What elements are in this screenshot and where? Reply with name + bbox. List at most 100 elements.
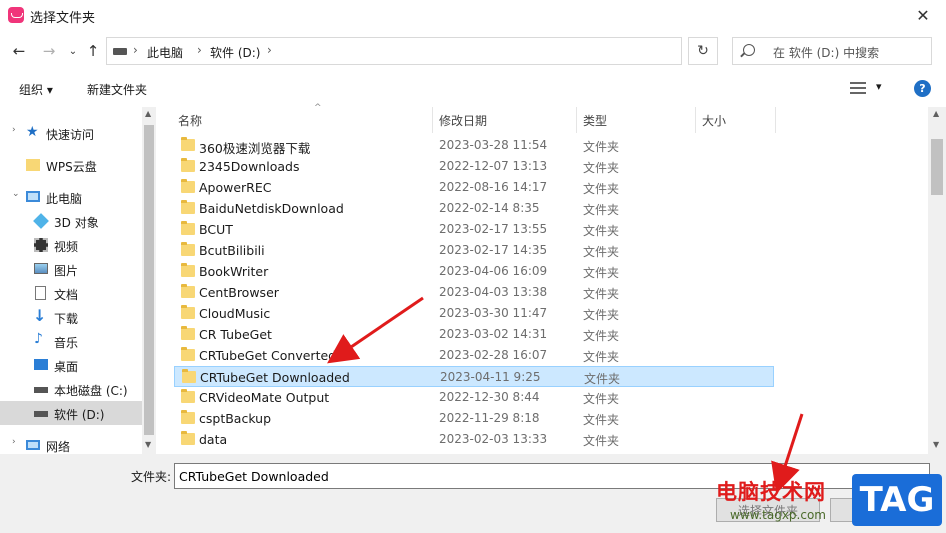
organize-menu[interactable]: 组织 ▾ [19, 81, 53, 98]
back-icon[interactable]: ← [8, 40, 30, 62]
file-name: CR TubeGet [199, 327, 272, 342]
table-row[interactable]: CentBrowser 2023-04-03 13:38 文件夹 [174, 282, 774, 303]
sidebar-scrollbar[interactable]: ▲ ▼ [142, 107, 156, 454]
sidebar-item-documents[interactable]: 文档 [0, 281, 142, 305]
sidebar-item-this-pc[interactable]: ⌄ 此电脑 [0, 185, 142, 209]
sidebar-item-videos[interactable]: 视频 [0, 233, 142, 257]
file-modified-date: 2022-12-07 13:13 [439, 159, 548, 173]
file-name: CRTubeGet Converted [199, 348, 337, 363]
sidebar-item-label: 下载 [54, 312, 79, 326]
search-box[interactable]: 在 软件 (D:) 中搜索 [732, 37, 932, 65]
table-row[interactable]: data 2023-02-03 13:33 文件夹 [174, 429, 774, 450]
chevron-right-icon[interactable]: › [12, 437, 16, 447]
file-modified-date: 2023-02-03 13:33 [439, 432, 548, 446]
column-header-label: 名称 [178, 114, 203, 128]
file-type: 文件夹 [583, 434, 620, 448]
network-icon [26, 440, 40, 450]
file-modified-date: 2023-02-28 16:07 [439, 348, 548, 362]
column-header-modified[interactable]: 修改日期 [433, 107, 577, 133]
folder-icon [181, 305, 195, 319]
file-modified-date: 2023-03-02 14:31 [439, 327, 548, 341]
file-modified-date: 2022-12-30 8:44 [439, 390, 540, 404]
column-header-size[interactable]: 大小 [696, 107, 776, 133]
file-modified-date: 2023-02-17 14:35 [439, 243, 548, 257]
sidebar-item-label: 软件 (D:) [54, 408, 105, 422]
scroll-up-icon[interactable]: ▲ [145, 109, 151, 118]
computer-icon [26, 191, 40, 202]
scroll-up-icon[interactable]: ▲ [933, 109, 939, 118]
scroll-down-icon[interactable]: ▼ [933, 440, 939, 449]
folder-icon [181, 221, 195, 235]
file-type: 文件夹 [583, 245, 620, 259]
breadcrumb-drive-d[interactable]: 软件 (D:) [210, 44, 260, 61]
folder-icon [181, 179, 195, 193]
table-row[interactable]: CR TubeGet 2023-03-02 14:31 文件夹 [174, 324, 774, 345]
sidebar-item-label: 本地磁盘 (C:) [54, 384, 128, 398]
sidebar-item-drive-c[interactable]: 本地磁盘 (C:) [0, 377, 142, 401]
file-name: csptBackup [199, 411, 272, 426]
table-row[interactable]: BookWriter 2023-04-06 16:09 文件夹 [174, 261, 774, 282]
breadcrumb-separator[interactable]: › [267, 43, 272, 57]
search-input[interactable]: 在 软件 (D:) 中搜索 [773, 44, 879, 61]
select-folder-button[interactable]: 选择文件夹 [716, 498, 820, 522]
chevron-right-icon[interactable]: › [12, 125, 16, 135]
table-row[interactable]: 360极速浏览器下载 2023-03-28 11:54 文件夹 [174, 135, 774, 156]
column-header-name[interactable]: ^ 名称 [172, 103, 433, 133]
sidebar-item-music[interactable]: ♪ 音乐 [0, 329, 142, 353]
sidebar-item-label: WPS云盘 [46, 160, 97, 174]
table-row[interactable]: BCUT 2023-02-17 13:55 文件夹 [174, 219, 774, 240]
address-bar[interactable]: › 此电脑 › 软件 (D:) › [106, 37, 682, 65]
file-name: CloudMusic [199, 306, 271, 321]
table-row[interactable]: 2345Downloads 2022-12-07 13:13 文件夹 [174, 156, 774, 177]
drive-icon [113, 48, 127, 55]
close-button[interactable]: ✕ [900, 0, 946, 31]
file-name: BCUT [199, 222, 233, 237]
help-icon[interactable]: ? [914, 80, 931, 97]
sidebar-item-label: 此电脑 [46, 192, 83, 206]
sidebar-item-label: 桌面 [54, 360, 79, 374]
sidebar-item-pictures[interactable]: 图片 [0, 257, 142, 281]
table-row[interactable]: csptBackup 2022-11-29 8:18 文件夹 [174, 408, 774, 429]
file-name: CRVideoMate Output [199, 390, 330, 405]
table-row[interactable]: CRTubeGet Converted 2023-02-28 16:07 文件夹 [174, 345, 774, 366]
up-icon[interactable]: ↑ [82, 40, 104, 62]
recent-locations-icon[interactable]: ⌄ [62, 40, 84, 62]
breadcrumb-this-pc[interactable]: 此电脑 [147, 44, 183, 61]
table-row[interactable]: CRVideoMate Output 2022-12-30 8:44 文件夹 [174, 387, 774, 408]
desktop-icon [34, 359, 48, 370]
sidebar-scroll-thumb[interactable] [144, 125, 154, 435]
new-folder-button[interactable]: 新建文件夹 [87, 81, 147, 98]
sidebar-item-desktop[interactable]: 桌面 [0, 353, 142, 377]
footer-panel: 文件夹: 选择文件夹 取消 [0, 454, 946, 533]
table-row[interactable]: CRTubeGet Downloaded 2023-04-11 9:25 文件夹 [174, 366, 774, 387]
file-type: 文件夹 [583, 329, 620, 343]
file-name: BaiduNetdiskDownload [199, 201, 344, 216]
view-dropdown-icon[interactable]: ▾ [876, 80, 882, 93]
file-list-scrollbar[interactable]: ▲ ▼ [928, 107, 946, 454]
sidebar-item-quick-access[interactable]: › ★ 快速访问 [0, 121, 142, 145]
folder-label: 文件夹: [131, 470, 172, 484]
refresh-icon[interactable]: ↻ [688, 37, 718, 65]
sidebar-item-label: 网络 [46, 440, 71, 454]
column-header-type[interactable]: 类型 [577, 107, 696, 133]
folder-icon [181, 284, 195, 298]
forward-icon[interactable]: → [38, 40, 60, 62]
sidebar-item-wps-cloud[interactable]: WPS云盘 [0, 153, 142, 177]
sidebar-item-3d-objects[interactable]: 3D 对象 [0, 209, 142, 233]
sidebar-item-drive-d[interactable]: 软件 (D:) [0, 401, 142, 425]
download-icon: ↓ [33, 306, 47, 325]
chevron-down-icon[interactable]: ⌄ [12, 189, 20, 199]
file-modified-date: 2023-02-17 13:55 [439, 222, 548, 236]
folder-name-input[interactable] [174, 463, 930, 489]
file-list-scroll-thumb[interactable] [931, 139, 943, 195]
view-options-icon[interactable] [850, 82, 866, 94]
table-row[interactable]: BaiduNetdiskDownload 2022-02-14 8:35 文件夹 [174, 198, 774, 219]
folder-icon [181, 200, 195, 214]
scroll-down-icon[interactable]: ▼ [145, 440, 151, 449]
cancel-button[interactable]: 取消 [830, 498, 930, 522]
table-row[interactable]: CloudMusic 2023-03-30 11:47 文件夹 [174, 303, 774, 324]
sidebar-item-downloads[interactable]: ↓ 下载 [0, 305, 142, 329]
table-row[interactable]: ApowerREC 2022-08-16 14:17 文件夹 [174, 177, 774, 198]
table-row[interactable]: BcutBilibili 2023-02-17 14:35 文件夹 [174, 240, 774, 261]
file-type: 文件夹 [583, 161, 620, 175]
